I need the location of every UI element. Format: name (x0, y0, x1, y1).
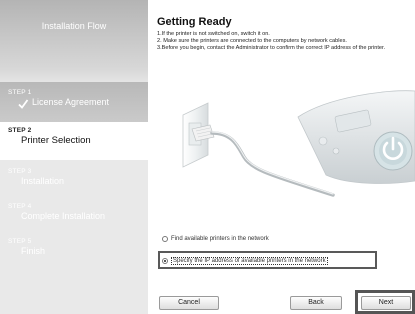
step-number: STEP 5 (8, 238, 32, 245)
step-name: Complete Installation (21, 211, 106, 221)
main-panel: Getting Ready 1.If the printer is not sw… (148, 0, 415, 314)
step-number: STEP 1 (8, 89, 32, 96)
step-name: Finish (21, 246, 46, 256)
instructions: 1.If the printer is not switched on, swi… (157, 31, 413, 52)
step-number: STEP 2 (8, 127, 32, 134)
radio-button[interactable] (162, 236, 168, 242)
step-complete-installation: STEP 4 Complete Installation (0, 198, 148, 234)
option-specify-ip-address[interactable]: Specify the IP address of available prin… (162, 257, 328, 265)
network-cable-plug-and-power-button-illustration (148, 85, 415, 200)
step-license-agreement: STEP 1 License Agreement (0, 82, 148, 122)
page-title: Getting Ready (157, 16, 232, 28)
instruction-line: 2. Make sure the printers are connected … (157, 38, 347, 44)
back-button[interactable]: Back (290, 296, 342, 310)
option-label[interactable]: Find available printers in the network (171, 236, 269, 242)
option-label[interactable]: Specify the IP address of available prin… (171, 257, 328, 265)
installation-flow-sidebar: Installation Flow STEP 1 License Agreeme… (0, 0, 148, 314)
step-number: STEP 3 (8, 168, 32, 175)
step-installation: STEP 3 Installation (0, 163, 148, 199)
instruction-line: 1.If the printer is not switched on, swi… (157, 31, 270, 37)
option-find-printers[interactable]: Find available printers in the network (162, 236, 269, 242)
step-name: Installation (21, 176, 65, 186)
radio-button[interactable] (162, 258, 168, 264)
step-printer-selection: STEP 2 Printer Selection (0, 122, 148, 160)
step-number: STEP 4 (8, 203, 32, 210)
next-button[interactable]: Next (361, 296, 411, 310)
step-name: License Agreement (8, 97, 148, 109)
cancel-button[interactable]: Cancel (159, 296, 219, 310)
step-name: Printer Selection (21, 135, 91, 146)
step-finish: STEP 5 Finish (0, 233, 148, 269)
step-name-label: License Agreement (32, 97, 110, 107)
sidebar-header: Installation Flow (0, 0, 148, 82)
checkmark-icon (18, 99, 29, 109)
instruction-line: 3.Before you begin, contact the Administ… (157, 45, 386, 51)
